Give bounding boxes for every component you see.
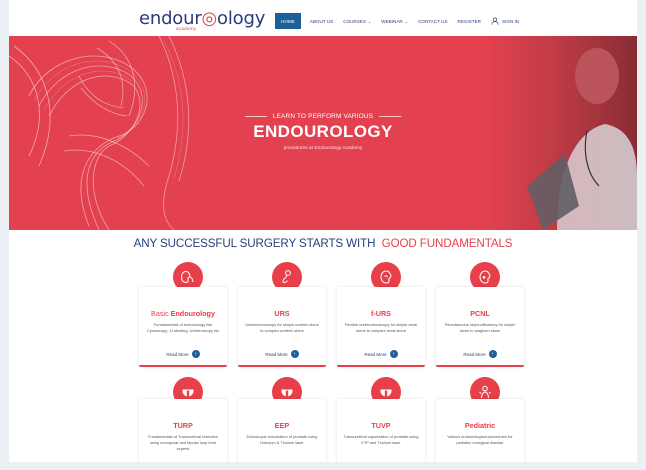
course-card-eep[interactable]: EEP Endoscopic enucleation of prostate u… [238,399,326,466]
user-icon [491,17,499,25]
nav-contact-us[interactable]: CONTACT US [413,13,452,29]
main-nav: HOME ABOUT US COURSES ⌄ WEBINAR ⌄ CONTACT … [275,13,524,29]
site-logo[interactable]: endour◎ology [139,8,265,29]
card-description: Endoscopic enucleation of prostate using… [246,434,318,446]
logo-subtitle: academy [176,26,197,31]
window-bottom-edge [0,462,646,470]
course-card-furs[interactable]: f-URS Flexible ureterorenoscopy for simp… [337,287,425,367]
page-frame: endour◎ology academy HOME ABOUT US COURS… [9,0,637,466]
nav-about-us[interactable]: ABOUT US [305,13,338,29]
chevron-down-icon: ⌄ [404,18,409,24]
card-description: Percutaneous nephrolithotomy for simple … [444,322,516,334]
read-more-link[interactable]: Read More › [139,350,227,358]
nav-register[interactable]: REGISTER [453,13,486,29]
card-description: Flexible ureterorenoscopy for simple ren… [344,322,418,334]
arrow-right-icon: › [488,350,497,358]
hero-banner: LEARN TO PERFORM VARIOUS ENDOUROLOGY pro… [9,36,637,230]
arrow-right-icon: › [290,350,299,358]
course-card-urs[interactable]: URS Ureterorenoscopy for simple ureteric… [238,287,326,367]
card-description: Various endourological procedures for pe… [447,434,513,446]
course-card-basic[interactable]: Basic Endourology Fundamentals of endour… [139,287,227,367]
read-more-link[interactable]: Read More › [436,350,524,358]
nav-courses[interactable]: COURSES ⌄ [338,13,376,29]
card-description: Fundamentals of Transurethral resection … [148,434,218,452]
section-title: ANY SUCCESSFUL SURGERY STARTS WITH GOOD … [133,237,513,250]
course-card-pediatric[interactable]: Pediatric Various endourological procedu… [436,399,524,466]
nav-webinar[interactable]: WEBINAR ⌄ [376,13,413,29]
hero-subtitle: procedures at Endourology Academy [283,146,363,151]
logo-mark: ◎ [201,8,218,29]
arrow-right-icon: › [191,350,200,358]
course-card-turp[interactable]: TURP Fundamentals of Transurethral resec… [139,399,227,466]
chevron-down-icon: ⌄ [367,18,372,24]
course-card-pcnl[interactable]: PCNL Percutaneous nephrolithotomy for si… [436,287,524,367]
nav-home[interactable]: HOME [275,13,301,29]
card-description: Ureterorenoscopy for simple ureteric sto… [245,322,319,334]
read-more-link[interactable]: Read More › [238,350,326,358]
hero-title: ENDOUROLOGY [253,122,393,141]
arrow-right-icon: › [389,350,398,358]
course-card-tuvp[interactable]: TUVP Transurethral vaporization of prost… [337,399,425,466]
hero-kicker: LEARN TO PERFORM VARIOUS [9,113,637,120]
card-description: Transurethral vaporization of prostate u… [343,434,419,446]
card-description: Fundamentals of endourology like Cystosc… [146,322,220,334]
site-header: endour◎ology academy HOME ABOUT US COURS… [9,0,637,36]
read-more-link[interactable]: Read More › [337,350,425,358]
nav-sign-in[interactable]: SIGN IN [486,13,524,29]
